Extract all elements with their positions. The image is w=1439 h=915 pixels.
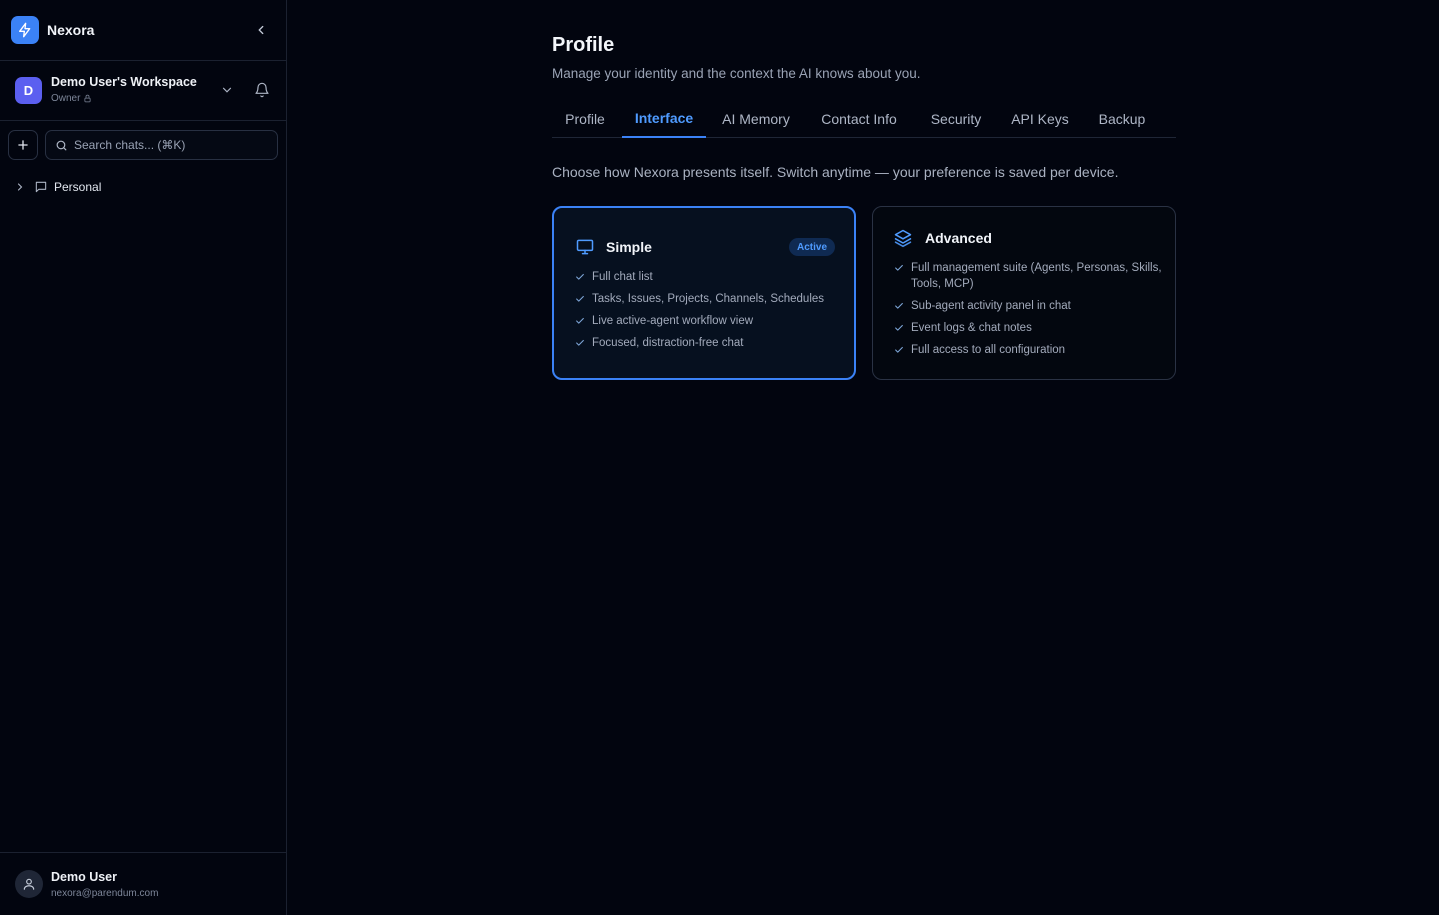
workspace-role: Owner bbox=[51, 93, 92, 104]
layers-icon bbox=[894, 229, 912, 248]
check-icon bbox=[895, 302, 903, 309]
collapse-sidebar-button[interactable] bbox=[252, 21, 270, 39]
mode-title: Simple bbox=[606, 239, 652, 255]
chevron-down-icon[interactable] bbox=[220, 83, 234, 97]
feature-text: Full access to all configuration bbox=[911, 344, 1066, 356]
feature-text: Focused, distraction-free chat bbox=[592, 337, 744, 349]
tab-profile[interactable]: Profile bbox=[552, 100, 618, 138]
list-item: Full access to all configuration bbox=[894, 342, 1164, 358]
check-icon bbox=[895, 346, 903, 353]
feature-list: Full chat list Tasks, Issues, Projects, … bbox=[575, 269, 845, 351]
page-subtitle: Manage your identity and the context the… bbox=[552, 66, 921, 81]
user-icon bbox=[23, 878, 35, 890]
check-icon bbox=[576, 273, 584, 280]
bell-icon[interactable] bbox=[254, 82, 270, 98]
tab-backup[interactable]: Backup bbox=[1084, 100, 1160, 138]
check-icon bbox=[576, 295, 584, 302]
check-icon bbox=[895, 264, 903, 271]
feature-text: Full management suite (Agents, Personas,… bbox=[911, 262, 1162, 290]
sidebar-item-personal[interactable]: Personal bbox=[14, 177, 274, 197]
workspace-avatar: D bbox=[15, 77, 42, 104]
list-item: Full management suite (Agents, Personas,… bbox=[894, 260, 1164, 292]
mode-card-simple[interactable]: Simple Active Full chat list Tasks, Issu… bbox=[552, 206, 856, 380]
tab-security[interactable]: Security bbox=[916, 100, 996, 138]
monitor-icon bbox=[576, 239, 594, 255]
user-email: nexora@parendum.com bbox=[51, 888, 159, 899]
check-icon bbox=[895, 324, 903, 331]
feature-list: Full management suite (Agents, Personas,… bbox=[894, 260, 1164, 358]
list-item: Sub-agent activity panel in chat bbox=[894, 298, 1164, 314]
chat-bubble-icon bbox=[35, 181, 47, 193]
feature-text: Live active-agent workflow view bbox=[592, 315, 754, 327]
search-box[interactable] bbox=[45, 130, 278, 160]
feature-text: Sub-agent activity panel in chat bbox=[911, 300, 1071, 312]
avatar bbox=[15, 870, 43, 898]
plus-icon bbox=[18, 140, 28, 150]
list-item: Live active-agent workflow view bbox=[575, 313, 845, 329]
list-item: Tasks, Issues, Projects, Channels, Sched… bbox=[575, 291, 845, 307]
workspace-name: Demo User's Workspace bbox=[51, 75, 197, 89]
mode-title: Advanced bbox=[925, 230, 992, 246]
workspace-switcher[interactable]: D Demo User's Workspace Owner bbox=[0, 61, 286, 121]
new-chat-button[interactable] bbox=[8, 130, 38, 160]
search-input[interactable] bbox=[74, 131, 274, 159]
lightning-icon bbox=[11, 16, 39, 44]
tab-interface[interactable]: Interface bbox=[622, 100, 706, 138]
status-badge: Active bbox=[789, 238, 835, 256]
chevron-left-icon bbox=[258, 25, 264, 35]
search-icon bbox=[56, 140, 67, 151]
chevron-right-icon[interactable] bbox=[14, 181, 26, 193]
list-item: Event logs & chat notes bbox=[894, 320, 1164, 336]
feature-text: Full chat list bbox=[592, 271, 653, 283]
main-content: Profile Manage your identity and the con… bbox=[287, 0, 1439, 915]
brand-header: Nexora bbox=[0, 0, 286, 61]
check-icon bbox=[576, 339, 584, 346]
check-icon bbox=[576, 317, 584, 324]
tab-contact-info[interactable]: Contact Info bbox=[806, 100, 912, 138]
feature-text: Event logs & chat notes bbox=[911, 322, 1032, 334]
workspace-role-label: Owner bbox=[51, 93, 81, 104]
interface-intro: Choose how Nexora presents itself. Switc… bbox=[552, 164, 1119, 180]
list-item: Focused, distraction-free chat bbox=[575, 335, 845, 351]
app-name: Nexora bbox=[47, 22, 95, 38]
lock-icon bbox=[84, 94, 91, 103]
sidebar-item-label: Personal bbox=[54, 180, 102, 194]
list-item: Full chat list bbox=[575, 269, 845, 285]
user-menu[interactable]: Demo User nexora@parendum.com bbox=[0, 852, 286, 915]
feature-text: Tasks, Issues, Projects, Channels, Sched… bbox=[592, 293, 825, 305]
user-name: Demo User bbox=[51, 870, 117, 884]
page-title: Profile bbox=[552, 34, 615, 56]
settings-tabs: Profile Interface AI Memory Contact Info… bbox=[552, 100, 1176, 138]
sidebar: Nexora D Demo User's Workspace Owner Per… bbox=[0, 0, 287, 915]
tab-api-keys[interactable]: API Keys bbox=[1000, 100, 1080, 138]
mode-card-advanced[interactable]: Advanced Full management suite (Agents, … bbox=[872, 206, 1176, 380]
tab-ai-memory[interactable]: AI Memory bbox=[710, 100, 802, 138]
